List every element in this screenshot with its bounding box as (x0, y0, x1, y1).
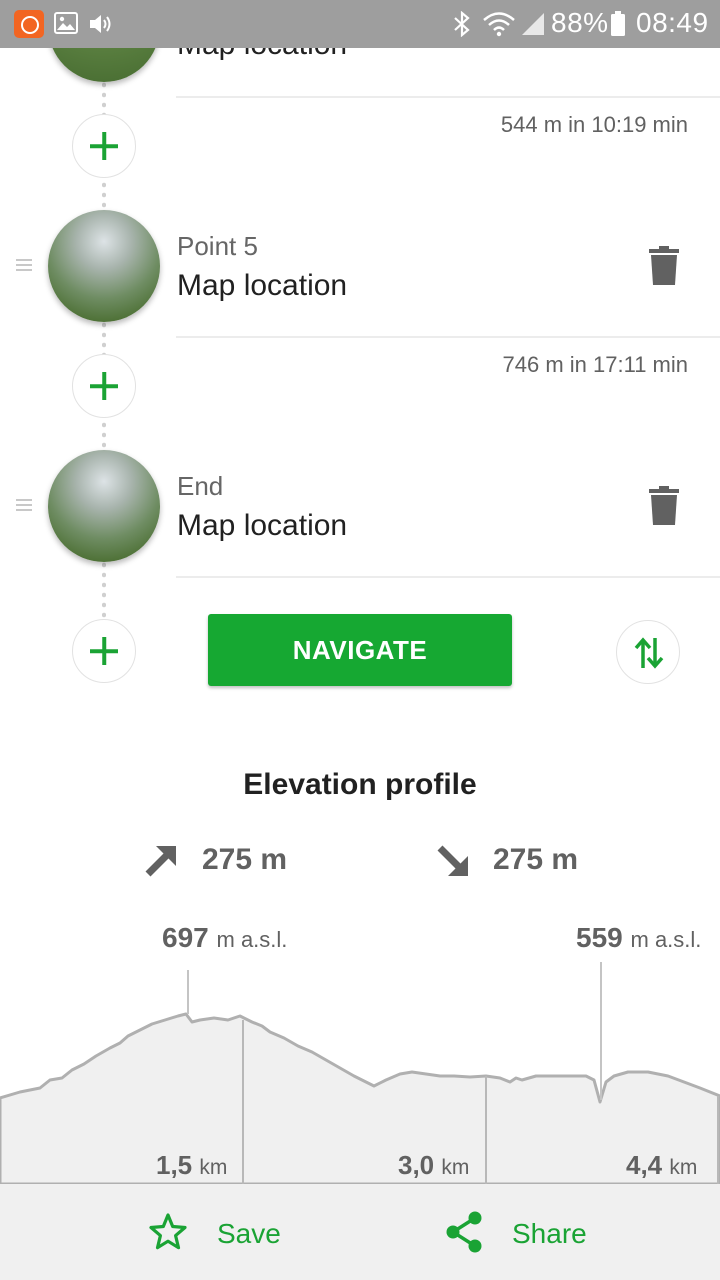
swap-arrows-icon (634, 637, 664, 669)
bottom-action-bar (0, 1184, 720, 1280)
signal-icon (522, 13, 544, 35)
add-waypoint-button[interactable] (72, 114, 136, 178)
share-label: Share (512, 1218, 587, 1249)
divider (176, 96, 720, 98)
status-bar: 88% 08:49 (0, 0, 720, 48)
save-label: Save (217, 1218, 281, 1249)
route-connector (102, 560, 106, 620)
distance-marker-label: 3,0 km (398, 1150, 469, 1181)
total-ascent: 275 m (202, 843, 288, 876)
waypoint-name: Map location (177, 509, 348, 542)
ascent-arrow-icon (145, 846, 176, 877)
distance-value: 1,5 (156, 1150, 193, 1180)
distance-unit: km (199, 1156, 228, 1179)
battery-percentage: 88% (551, 7, 609, 38)
share-icon (446, 1211, 482, 1253)
segment-info: 746 m in 17:11 min (502, 352, 688, 377)
delete-waypoint-icon[interactable] (649, 246, 679, 286)
elevation-title: Elevation profile (243, 768, 477, 801)
app-notification-icon (14, 10, 44, 38)
divider (176, 336, 720, 338)
volume-icon (90, 15, 111, 33)
divider (176, 576, 720, 578)
share-button[interactable]: Share (444, 1208, 604, 1258)
waypoint-name: Map location (177, 269, 348, 302)
segment-info: 544 m in 10:19 min (500, 112, 688, 137)
descent-arrow-icon (437, 845, 468, 876)
navigate-button[interactable]: NAVIGATE (208, 614, 512, 686)
clock: 08:49 (636, 7, 709, 38)
distance-marker-label: 1,5 km (156, 1150, 227, 1181)
gallery-icon (54, 12, 78, 34)
distance-unit: km (441, 1156, 470, 1179)
star-icon (149, 1213, 187, 1250)
reverse-route-button[interactable] (616, 620, 680, 684)
total-descent: 275 m (493, 843, 579, 876)
bluetooth-icon (454, 11, 470, 37)
distance-unit: km (669, 1156, 698, 1179)
distance-marker-label: 4,4 km (626, 1150, 697, 1181)
waypoint-thumbnail (48, 450, 160, 562)
battery-icon (611, 11, 625, 36)
wifi-icon (483, 12, 515, 37)
add-waypoint-button[interactable] (72, 354, 136, 418)
delete-waypoint-icon[interactable] (649, 486, 679, 526)
drag-handle-icon[interactable] (16, 259, 32, 271)
distance-value: 4,4 (626, 1150, 663, 1180)
distance-value: 3,0 (398, 1150, 435, 1180)
elevation-profile-chart[interactable] (0, 940, 720, 1184)
waypoint-label: Point 5 (177, 231, 258, 261)
waypoint-thumbnail (48, 210, 160, 322)
waypoint-label: End (177, 471, 224, 501)
save-button[interactable]: Save (148, 1208, 298, 1258)
elevation-area (0, 1012, 720, 1184)
add-waypoint-button[interactable] (72, 619, 136, 683)
drag-handle-icon[interactable] (16, 499, 32, 511)
